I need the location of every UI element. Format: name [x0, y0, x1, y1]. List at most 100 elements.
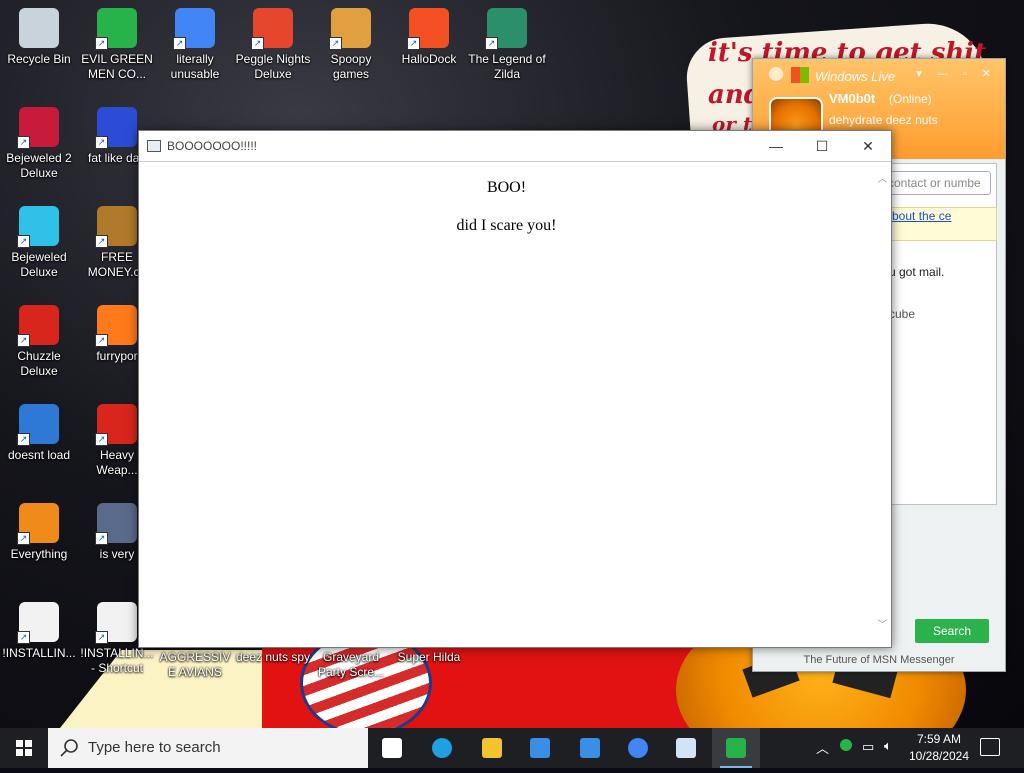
msn-search-button[interactable]: Search: [915, 619, 989, 643]
taskbar-app-button[interactable]: [566, 728, 614, 768]
desktop-icon[interactable]: ↗ Bejeweled Deluxe: [0, 206, 78, 280]
msn-username[interactable]: VM0b0t: [829, 91, 875, 106]
taskbar-app-button[interactable]: [614, 728, 662, 768]
desktop-icon-label: deez nuts spy: [235, 650, 311, 664]
scroll-down-icon[interactable]: ﹀: [877, 620, 888, 631]
msn-search-input[interactable]: contact or numbe: [883, 171, 991, 195]
desktop-icon[interactable]: ↗ Spoopy games: [312, 8, 390, 82]
shortcut-arrow-icon: ↗: [17, 136, 30, 149]
peggle-icon: ↗: [251, 8, 293, 50]
money-bag-icon: ↗: [95, 206, 137, 248]
msn-window-controls[interactable]: ▾ — ▫ ✕: [916, 67, 997, 80]
scroll-up-icon[interactable]: ︿: [877, 174, 888, 185]
mail-icon: [580, 738, 600, 758]
everything-search-icon: ↗: [17, 503, 59, 545]
app-window-icon: [676, 738, 696, 758]
shortcut-arrow-icon: ↗: [251, 37, 264, 50]
shortcut-arrow-icon: ↗: [17, 334, 30, 347]
taskbar-app-button[interactable]: [368, 728, 416, 768]
desktop-icon-label: HalloDock: [401, 52, 457, 66]
shortcut-arrow-icon: ↗: [17, 235, 30, 248]
minimize-button[interactable]: —: [753, 131, 799, 161]
window-titlebar[interactable]: BOOOOOOO!!!!! — ☐ ✕: [139, 131, 891, 162]
system-tray[interactable]: ︿ ▭ 🔈︎: [812, 728, 912, 768]
taskbar-app-button[interactable]: [712, 728, 760, 768]
radiation-icon: ↗: [95, 404, 137, 446]
windows-flag-icon: [791, 67, 809, 83]
chevron-up-icon[interactable]: ︿: [816, 738, 829, 757]
window-content: BOO! did I scare you!: [139, 162, 874, 645]
desktop-icon-label: !INSTALLIN... - Shortcut: [80, 646, 154, 675]
desktop-icon[interactable]: AGGRESSIVE AVIANS: [156, 650, 234, 680]
boo-window[interactable]: BOOOOOOO!!!!! — ☐ ✕ BOO! did I scare you…: [138, 130, 892, 648]
msn-people-icon: ↗: [95, 8, 137, 50]
volume-icon[interactable]: 🔈︎: [884, 738, 892, 754]
taskbar-app-button[interactable]: [468, 728, 516, 768]
desktop-icon[interactable]: Graveyard Party Scre...: [312, 650, 390, 680]
desktop-icon[interactable]: ↗ Chuzzle Deluxe: [0, 305, 78, 379]
desktop-icon[interactable]: ↗ Peggle Nights Deluxe: [234, 8, 312, 82]
desktop-icon-label: Super Hilda: [397, 650, 461, 664]
msn-cube-text: cube: [889, 307, 916, 321]
taskbar: Type here to search ︿ ▭ 🔈︎ 7:59 AM 10/28…: [0, 728, 1024, 768]
desktop-icon-label: Everything: [10, 547, 68, 561]
shortcut-arrow-icon: ↗: [95, 136, 108, 149]
desktop-icon[interactable]: ↗ The Legend of Zilda: [468, 8, 546, 82]
msn-personal-message[interactable]: dehydrate deez nuts: [829, 113, 938, 127]
desktop-icon-label: The Legend of Zilda: [468, 52, 546, 81]
desktop-icon-label: literally unusable: [170, 52, 220, 81]
desktop-icon[interactable]: ↗ doesnt load: [0, 404, 78, 463]
shortcut-arrow-icon: ↗: [329, 37, 342, 50]
desktop-icon[interactable]: ↗ Everything: [0, 503, 78, 562]
desktop-icon-label: Peggle Nights Deluxe: [235, 52, 311, 81]
taskbar-search-placeholder: Type here to search: [88, 739, 221, 756]
taskbar-clock[interactable]: 7:59 AM 10/28/2024: [904, 731, 974, 765]
chrome-icon: ↗: [173, 8, 215, 50]
desktop-icon-label: Bejeweled Deluxe: [11, 250, 67, 279]
mpl-icon: ↗: [95, 107, 137, 149]
msn-footer: The Future of MSN Messenger: [803, 654, 955, 666]
desktop-icon[interactable]: deez nuts spy: [234, 650, 312, 665]
desktop-icon-label: Recycle Bin: [7, 52, 71, 66]
boo-message: did I scare you!: [456, 217, 557, 234]
search-icon: [60, 739, 78, 757]
desktop-icon[interactable]: ↗ !INSTALLIN...: [0, 602, 78, 661]
msn-tray-icon[interactable]: [840, 739, 852, 751]
window-scrollbar[interactable]: ︿ ﹀: [874, 162, 891, 645]
notification-icon[interactable]: [980, 738, 1000, 756]
shortcut-arrow-icon: ↗: [95, 433, 108, 446]
desktop-icon[interactable]: ↗ literally unusable: [156, 8, 234, 82]
desktop-icon[interactable]: Super Hilda: [390, 650, 468, 665]
window-app-icon: [147, 140, 161, 152]
shortcut-arrow-icon: ↗: [95, 235, 108, 248]
folder-icon: ↗: [329, 8, 371, 50]
file-explorer-icon: [482, 738, 502, 758]
desktop-icon-label: doesnt load: [7, 448, 71, 462]
text-file-icon: ↗: [17, 602, 59, 644]
store-icon: [530, 738, 550, 758]
taskbar-app-button[interactable]: [418, 728, 466, 768]
start-button[interactable]: [0, 728, 48, 768]
shortcut-arrow-icon: ↗: [17, 433, 30, 446]
window-title: BOOOOOOO!!!!!: [167, 139, 258, 153]
chuzzle-icon: ↗: [17, 305, 59, 347]
zelda-icon: ↗: [485, 8, 527, 50]
close-button[interactable]: ✕: [845, 131, 891, 161]
msn-status[interactable]: (Online): [889, 92, 932, 106]
taskbar-search-box[interactable]: Type here to search: [48, 728, 368, 768]
windows-logo-icon: [16, 740, 32, 756]
desktop-icon[interactable]: Recycle Bin: [0, 8, 78, 67]
bejeweled2-icon: ↗: [17, 107, 59, 149]
desktop-icon-label: Spoopy games: [330, 52, 372, 81]
desktop-icon[interactable]: ↗ HalloDock: [390, 8, 468, 67]
maximize-button[interactable]: ☐: [799, 131, 845, 161]
desktop-icon[interactable]: ↗ EVIL GREEN MEN CO...: [78, 8, 156, 82]
msn-news-link[interactable]: bout the ce: [887, 207, 997, 241]
network-icon[interactable]: ▭: [862, 739, 874, 755]
desktop-icon[interactable]: ↗ Bejeweled 2 Deluxe: [0, 107, 78, 181]
taskbar-app-button[interactable]: [516, 728, 564, 768]
taskbar-app-button[interactable]: [662, 728, 710, 768]
shortcut-arrow-icon: ↗: [95, 334, 108, 347]
shortcut-arrow-icon: ↗: [173, 37, 186, 50]
desktop-icon-label: Graveyard Party Scre...: [317, 650, 385, 679]
